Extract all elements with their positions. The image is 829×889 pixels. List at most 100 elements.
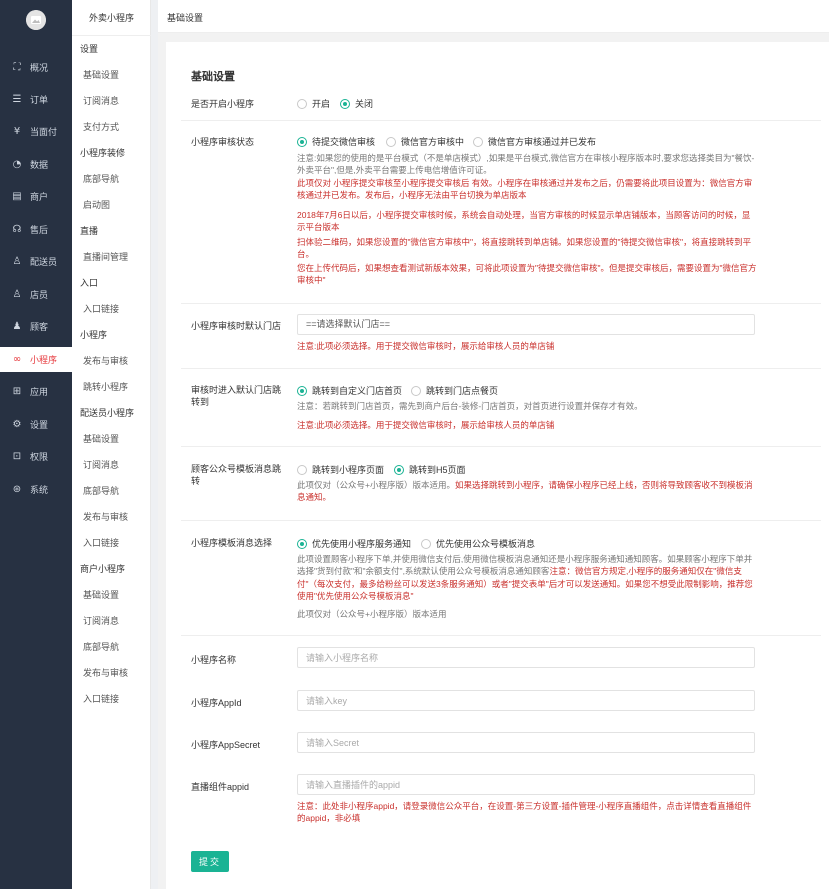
miniprogram-icon: ∞ bbox=[12, 354, 22, 365]
help-text: 此项设置顾客小程序下单,并使用微信支付后,使用微信模板消息通知还是小程序服务通知… bbox=[297, 553, 757, 602]
apps-icon: ⊞ bbox=[12, 386, 22, 397]
user-icon: ♙ bbox=[12, 256, 22, 267]
nav-item-aftersale[interactable]: ☊ 售后 bbox=[0, 217, 72, 242]
radio-open-off[interactable]: 关闭 bbox=[340, 97, 373, 110]
sub-group-label: 直播 bbox=[80, 226, 99, 236]
radio-label: 待提交微信审核 bbox=[312, 137, 376, 147]
sub-item-basic-settings[interactable]: 基础设置 bbox=[83, 68, 119, 81]
radio-prefer-service-notice[interactable]: 优先使用小程序服务通知 bbox=[297, 537, 411, 550]
sub-item-publish[interactable]: 发布与审核 bbox=[83, 354, 128, 367]
settings-card: 基础设置 是否开启小程序 开启 关闭 小程序审核状态 待提交微信审核 微信官方审… bbox=[166, 42, 829, 889]
sub-item-subscribe[interactable]: 订阅消息 bbox=[83, 94, 119, 107]
warning-text: 扫体验二维码，如果您设置的"微信官方审核中"，将直接跳转到单店铺。如果您设置的"… bbox=[297, 237, 752, 260]
warning-text: 注意:此项必须选择。用于提交微信审核时，展示给审核人员的单店铺 bbox=[297, 341, 555, 351]
nav-label: 顾客 bbox=[30, 322, 49, 332]
radio-jump-order-page[interactable]: 跳转到门店点餐页 bbox=[411, 384, 498, 397]
radio-open-on[interactable]: 开启 bbox=[297, 97, 330, 110]
radio-label: 跳转到门店点餐页 bbox=[426, 386, 499, 396]
radio-prefer-template-msg[interactable]: 优先使用公众号模板消息 bbox=[421, 537, 535, 550]
sub-item-launch-image[interactable]: 启动图 bbox=[83, 198, 110, 211]
nav-item-settings[interactable]: ⚙ 设置 bbox=[0, 412, 72, 437]
row-divider bbox=[181, 368, 821, 369]
nav-item-miniprogram[interactable]: ∞ 小程序 bbox=[0, 347, 72, 372]
nav-item-orders[interactable]: ☰ 订单 bbox=[0, 87, 72, 112]
nav-item-facepay[interactable]: ¥ 当面付 bbox=[0, 119, 72, 144]
radio-audit-pending[interactable]: 待提交微信审核 bbox=[297, 135, 375, 148]
sub-item-courier-entry[interactable]: 入口链接 bbox=[83, 536, 119, 549]
sub-group-label: 入口 bbox=[80, 278, 99, 288]
field-label: 顾客公众号模板消息跳转 bbox=[191, 464, 282, 486]
nav-item-apps[interactable]: ⊞ 应用 bbox=[0, 379, 72, 404]
sub-item-merchant-subscribe[interactable]: 订阅消息 bbox=[83, 614, 119, 627]
breadcrumb-current: 基础设置 bbox=[167, 13, 204, 23]
radio-label: 跳转到小程序页面 bbox=[312, 465, 385, 475]
live-appid-input[interactable] bbox=[297, 774, 755, 795]
field-label: 小程序AppSecret bbox=[191, 740, 261, 750]
avatar[interactable] bbox=[26, 10, 46, 30]
sub-group-label: 商户小程序 bbox=[80, 564, 126, 574]
radio-jump-store-home[interactable]: 跳转到自定义门店首页 bbox=[297, 384, 402, 397]
row-divider bbox=[181, 635, 821, 636]
radio-label: 优先使用小程序服务通知 bbox=[312, 539, 412, 549]
sub-group-label: 小程序 bbox=[80, 330, 108, 340]
sub-sidebar-title: 外卖小程序 bbox=[72, 0, 151, 36]
row-divider bbox=[181, 303, 821, 304]
warning-text: 您在上传代码后，如果想查看测试新版本效果，可将此项设置为"待提交微信审核"。但是… bbox=[297, 263, 757, 286]
radio-label: 跳转到H5页面 bbox=[409, 465, 466, 475]
nav-item-data[interactable]: ◔ 数据 bbox=[0, 152, 72, 177]
radio-label: 跳转到自定义门店首页 bbox=[312, 386, 403, 396]
sub-item-merchant-bottom-nav[interactable]: 底部导航 bbox=[83, 640, 119, 653]
row-divider bbox=[181, 520, 821, 521]
chart-icon: ◔ bbox=[12, 159, 22, 170]
staff-icon: ♙ bbox=[12, 289, 22, 300]
appid-input[interactable] bbox=[297, 690, 755, 711]
sub-item-merchant-publish[interactable]: 发布与审核 bbox=[83, 666, 128, 679]
sub-group-label: 设置 bbox=[80, 44, 99, 54]
radio-audit-approved[interactable]: 微信官方审核通过并已发布 bbox=[473, 135, 596, 148]
list-icon: ☰ bbox=[12, 94, 22, 105]
page-title: 基础设置 bbox=[191, 71, 235, 83]
field-label: 小程序审核时默认门店 bbox=[191, 321, 282, 331]
miniprogram-name-input[interactable] bbox=[297, 647, 755, 668]
sub-item-payment[interactable]: 支付方式 bbox=[83, 120, 119, 133]
radio-label: 优先使用公众号模板消息 bbox=[436, 539, 536, 549]
sub-item-courier-subscribe[interactable]: 订阅消息 bbox=[83, 458, 119, 471]
sub-item-courier-publish[interactable]: 发布与审核 bbox=[83, 510, 128, 523]
nav-item-permission[interactable]: ⊡ 权限 bbox=[0, 444, 72, 469]
field-label: 小程序审核状态 bbox=[191, 137, 255, 147]
sub-item-courier-bottom-nav[interactable]: 底部导航 bbox=[83, 484, 119, 497]
submit-button[interactable]: 提交 bbox=[191, 851, 229, 872]
nav-label: 系统 bbox=[30, 485, 49, 495]
radio-audit-reviewing[interactable]: 微信官方审核中 bbox=[386, 135, 464, 148]
nav-label: 配送员 bbox=[30, 257, 58, 267]
sub-item-courier-basic[interactable]: 基础设置 bbox=[83, 432, 119, 445]
sub-item-jump-mp[interactable]: 跳转小程序 bbox=[83, 380, 128, 393]
help-text: 此项仅对（公众号+小程序版）版本适用。如果选择跳转到小程序，请确保小程序已经上线… bbox=[297, 479, 757, 504]
field-label: 小程序模板消息选择 bbox=[191, 538, 273, 548]
nav-item-system[interactable]: ⊛ 系统 bbox=[0, 477, 72, 502]
nav-label: 概况 bbox=[30, 63, 49, 73]
nav-item-courier[interactable]: ♙ 配送员 bbox=[0, 249, 72, 274]
field-label: 审核时进入默认门店跳转到 bbox=[191, 385, 282, 407]
default-store-select[interactable]: ==请选择默认门店== bbox=[297, 314, 755, 335]
sub-item-live-rooms[interactable]: 直播间管理 bbox=[83, 250, 128, 263]
field-label: 直播组件appid bbox=[191, 782, 250, 792]
sub-item-entry-link[interactable]: 入口链接 bbox=[83, 302, 119, 315]
radio-circle bbox=[297, 538, 307, 549]
nav-item-customer[interactable]: ♟ 顾客 bbox=[0, 314, 72, 339]
radio-circle bbox=[297, 98, 307, 109]
radio-jump-miniprogram[interactable]: 跳转到小程序页面 bbox=[297, 463, 384, 476]
help-text: 此项仅对（公众号+小程序版）版本适用 bbox=[297, 609, 447, 619]
customer-icon: ♟ bbox=[12, 321, 22, 332]
nav-item-merchant[interactable]: ▤ 商户 bbox=[0, 184, 72, 209]
sub-item-bottom-nav[interactable]: 底部导航 bbox=[83, 172, 119, 185]
appsecret-input[interactable] bbox=[297, 732, 755, 753]
sub-item-merchant-entry[interactable]: 入口链接 bbox=[83, 692, 119, 705]
warning-text: 2018年7月6日以后，小程序提交审核时候，系统会自动处理，当官方审核的时候显示… bbox=[297, 210, 751, 233]
warning-text: 此项仅对 小程序提交审核至小程序提交审核后 有效。小程序在审核通过并发布之后，仍… bbox=[297, 178, 753, 201]
nav-item-overview[interactable]: ⛶ 概况 bbox=[0, 55, 72, 80]
sub-item-merchant-basic[interactable]: 基础设置 bbox=[83, 588, 119, 601]
nav-item-clerk[interactable]: ♙ 店员 bbox=[0, 282, 72, 307]
gear-icon: ⚙ bbox=[12, 419, 22, 430]
radio-jump-h5[interactable]: 跳转到H5页面 bbox=[394, 463, 466, 476]
